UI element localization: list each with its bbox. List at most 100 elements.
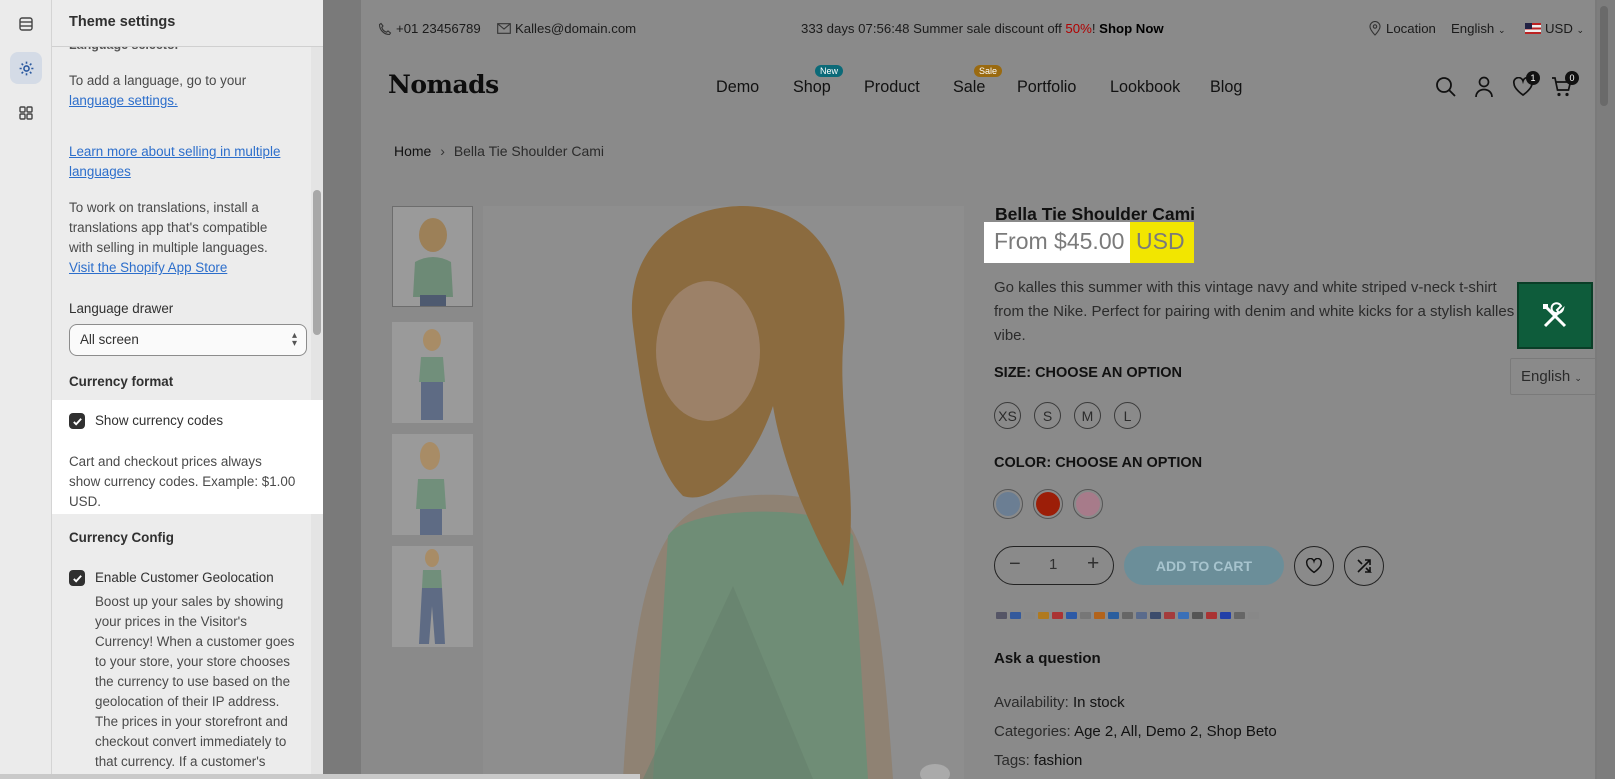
- language-settings-link[interactable]: language settings.: [69, 93, 178, 108]
- color-swatch-blue[interactable]: [993, 489, 1023, 519]
- panel-header: Theme settings: [52, 0, 323, 47]
- wishlist-button[interactable]: [1294, 546, 1334, 586]
- bottom-bar: [0, 774, 640, 779]
- zoom-expand-icon[interactable]: [920, 764, 950, 779]
- product-main-image[interactable]: [483, 206, 964, 779]
- preview-scrollbar[interactable]: [1597, 0, 1615, 779]
- nav-portfolio[interactable]: Portfolio: [1017, 78, 1076, 97]
- size-option-s[interactable]: S: [1034, 402, 1061, 429]
- location-pin-icon: [1369, 21, 1381, 36]
- language-drawer-label: Language drawer: [69, 301, 174, 316]
- product-price: From $45.00: [994, 228, 1125, 254]
- tags: Tags: fashion: [994, 752, 1083, 769]
- geolocation-description-line: to your store, your store chooses: [95, 654, 291, 669]
- topbar-language[interactable]: English ⌄: [1451, 21, 1505, 36]
- product-thumbnail[interactable]: [392, 546, 473, 647]
- size-option-m[interactable]: M: [1074, 402, 1101, 429]
- search-icon[interactable]: [1435, 76, 1457, 98]
- breadcrumb-home[interactable]: Home: [394, 143, 431, 159]
- show-currency-codes-label: Show currency codes: [95, 413, 224, 428]
- tag-link[interactable]: fashion: [1034, 752, 1082, 769]
- compare-icon: [1357, 559, 1372, 573]
- chevron-up-down-icon: ▴ ▾: [291, 330, 297, 349]
- add-to-cart-button[interactable]: ADD TO CART: [1124, 546, 1284, 585]
- size-option-xs[interactable]: XS: [994, 402, 1021, 429]
- topbar-email[interactable]: Kalles@domain.com: [515, 21, 636, 36]
- quantity-stepper: − 1 +: [994, 546, 1114, 585]
- chevron-down-icon: ⌄: [1576, 25, 1585, 35]
- geolocation-description-line: Currency! When a customer goes: [95, 634, 295, 649]
- geolocation-description-line: The prices in your storefront and: [95, 714, 288, 729]
- geolocation-description-line: geolocation of their IP address.: [95, 694, 280, 709]
- color-label: COLOR: CHOOSE AN OPTION: [994, 455, 1203, 471]
- product-description: Go kalles this summer with this vintage …: [994, 279, 1515, 344]
- nav-sale[interactable]: Sale: [953, 78, 985, 97]
- promo-percent: 50%: [1065, 21, 1092, 36]
- compare-button[interactable]: [1344, 546, 1384, 586]
- geolocation-description-line: that currency. If a customer's: [95, 754, 266, 769]
- panel-scrollbar-thumb[interactable]: [313, 190, 321, 335]
- learn-more-link[interactable]: Learn more about selling in multiple lan…: [69, 142, 309, 182]
- preview-scrollbar-thumb[interactable]: [1600, 6, 1608, 106]
- nav-demo[interactable]: Demo: [716, 78, 759, 97]
- sections-icon[interactable]: [10, 8, 42, 40]
- geolocation-description-line: your prices in the Visitor's: [95, 614, 247, 629]
- gear-icon[interactable]: [10, 52, 42, 84]
- availability: Availability: In stock: [994, 694, 1125, 711]
- show-currency-codes-checkbox[interactable]: [69, 413, 85, 429]
- us-flag-icon: [1525, 23, 1541, 34]
- color-swatch-pink[interactable]: [1073, 489, 1103, 519]
- floating-language-select[interactable]: English ⌄: [1510, 358, 1597, 395]
- size-label: SIZE: CHOOSE AN OPTION: [994, 365, 1182, 381]
- categories: Categories: Age 2, All, Demo 2, Shop Bet…: [994, 723, 1277, 740]
- new-badge: New: [815, 65, 844, 77]
- app-store-link[interactable]: Visit the Shopify App Store: [69, 260, 227, 275]
- breadcrumb: Home › Bella Tie Shoulder Cami: [394, 143, 604, 159]
- topbar-currency[interactable]: USD ⌄: [1545, 21, 1584, 36]
- apps-icon[interactable]: [10, 97, 42, 129]
- language-drawer-value: All screen: [80, 332, 139, 347]
- nav-product[interactable]: Product: [864, 78, 920, 97]
- chevron-down-icon: ⌄: [1497, 25, 1506, 35]
- nav-blog[interactable]: Blog: [1210, 78, 1242, 97]
- panel-title: Theme settings: [69, 14, 176, 30]
- cart-count-badge: 0: [1565, 71, 1579, 85]
- size-option-l[interactable]: L: [1114, 402, 1141, 429]
- quantity-value[interactable]: 1: [1049, 556, 1057, 573]
- geolocation-description-line: the currency to use based on the: [95, 674, 291, 689]
- breadcrumb-current: Bella Tie Shoulder Cami: [453, 143, 604, 159]
- customize-tools-button[interactable]: [1517, 282, 1593, 349]
- mail-icon: [497, 23, 511, 34]
- geolocation-description-line: checkout convert immediately to: [95, 734, 287, 749]
- topbar-phone[interactable]: +01 23456789: [396, 21, 481, 36]
- product-thumbnail[interactable]: [392, 434, 473, 535]
- add-language-text: To add a language, go to your language s…: [69, 73, 247, 108]
- nav-lookbook[interactable]: Lookbook: [1110, 78, 1180, 97]
- account-icon[interactable]: [1474, 76, 1494, 98]
- currency-format-heading: Currency format: [69, 374, 174, 389]
- product-thumbnail[interactable]: [392, 206, 473, 307]
- topbar-location[interactable]: Location: [1386, 21, 1436, 36]
- store-logo[interactable]: Nomads: [388, 70, 499, 99]
- topbar-promo: 333 days 07:56:48 Summer sale discount o…: [801, 21, 1164, 36]
- wishlist-count-badge: 1: [1526, 71, 1540, 85]
- shop-now-link[interactable]: Shop Now: [1099, 21, 1163, 36]
- nav-shop[interactable]: Shop: [793, 78, 831, 97]
- geolocation-checkbox[interactable]: [69, 570, 85, 586]
- category-links[interactable]: Age 2, All, Demo 2, Shop Beto: [1074, 723, 1277, 740]
- payment-icons: [996, 612, 1259, 622]
- ask-question-link[interactable]: Ask a question: [994, 650, 1101, 667]
- increase-quantity-button[interactable]: +: [1087, 552, 1099, 576]
- chevron-down-icon: ⌄: [1574, 373, 1582, 383]
- product-thumbnail[interactable]: [392, 322, 473, 423]
- geolocation-description: Boost up your sales by showing your price…: [95, 592, 310, 772]
- color-swatch-red[interactable]: [1033, 489, 1063, 519]
- language-drawer-select[interactable]: All screen ▴ ▾: [69, 324, 307, 356]
- phone-icon: [378, 22, 392, 36]
- tools-icon: [1543, 301, 1567, 327]
- currency-config-heading: Currency Config: [69, 530, 174, 545]
- decrease-quantity-button[interactable]: −: [1009, 553, 1021, 576]
- sale-badge: Sale: [974, 65, 1003, 77]
- app-rail: [0, 0, 52, 779]
- geolocation-label: Enable Customer Geolocation: [95, 570, 274, 585]
